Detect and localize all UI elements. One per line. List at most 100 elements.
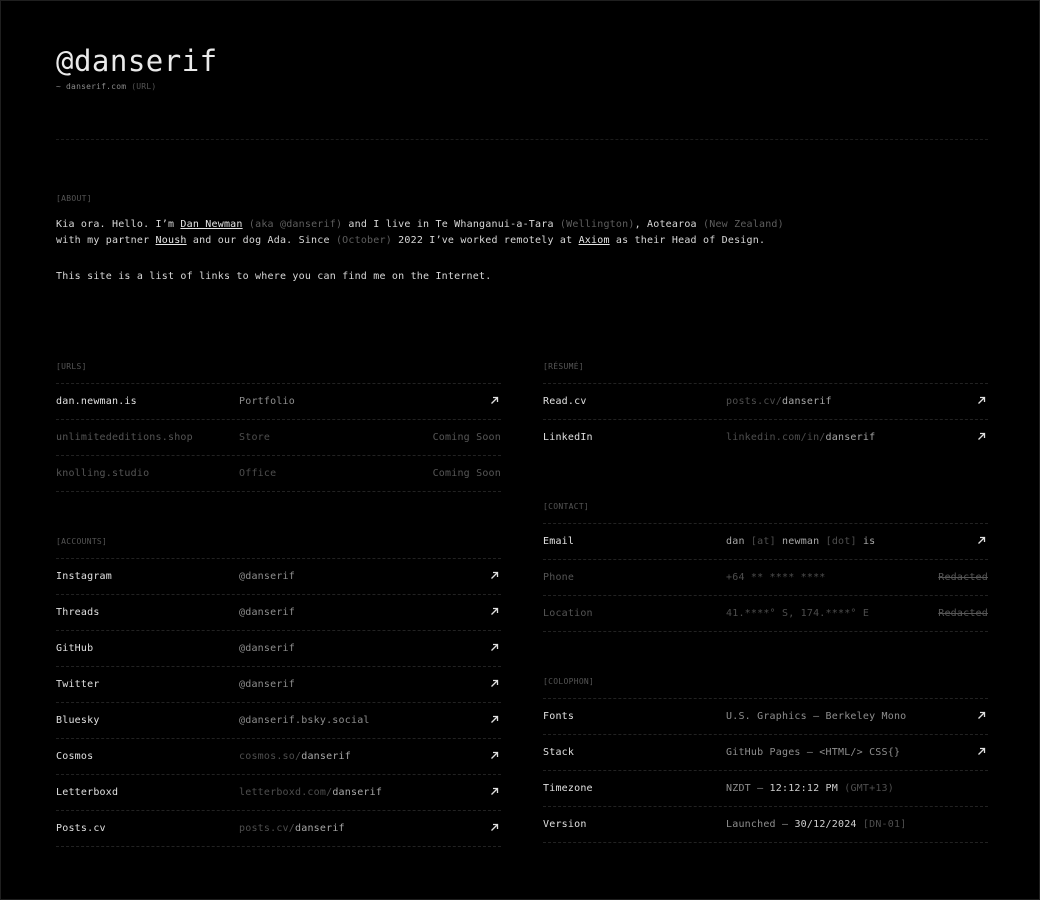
name-link[interactable]: Dan Newman [180,219,242,230]
account-user: danserif [332,787,383,798]
about-paragraph: Kia ora. Hello. I’m Dan Newman (aka @dan… [56,217,988,249]
colophon-row-fonts[interactable]: Fonts U.S. Graphics — Berkeley Mono [543,698,988,734]
account-name: Cosmos [56,751,94,762]
version-prefix: Launched — [726,819,795,830]
company-link[interactable]: Axiom [579,235,610,246]
about-text: 2022 I’ve worked remotely at [391,235,579,246]
account-row[interactable]: Posts.cv posts.cv/danserif [56,810,501,847]
timezone-value: NZDT — 12:12:12 PM (GMT+13) [726,783,894,794]
account-row[interactable]: Instagram @danserif [56,558,501,594]
version-date: 30/12/2024 [794,819,857,830]
contact-row-email[interactable]: Email dan [at] newman [dot] is [543,523,988,559]
arrow-up-right-icon [491,823,499,831]
account-row[interactable]: GitHub @danserif [56,630,501,666]
contact-name: Email [543,536,575,547]
account-name: Letterboxd [56,787,119,798]
account-handle: @danserif [239,571,295,582]
urls-label: [URLS] [56,362,87,371]
url-desc: Store [239,432,271,443]
account-url: letterboxd.com/danserif [239,787,382,798]
account-name: GitHub [56,643,94,654]
accounts-section: [ACCOUNTS] Instagram @danserif Threads @… [56,537,501,847]
email-value: dan [at] newman [dot] is [726,536,875,547]
location-value: 41.****° S, 174.****° E [726,608,870,619]
resume-domain: posts.cv/ [726,396,782,407]
contact-row-phone: Phone +64 ** **** **** Redacted [543,559,988,595]
account-domain: letterboxd.com/ [239,787,333,798]
email-part: [dot] [825,536,857,547]
account-row[interactable]: Letterboxd letterboxd.com/danserif [56,774,501,810]
arrow-up-right-icon [978,536,986,544]
contact-section: [CONTACT] Email dan [at] newman [dot] is… [543,502,988,632]
account-handle: @danserif.bsky.social [239,715,370,726]
about-section: Kia ora. Hello. I’m Dan Newman (aka @dan… [56,217,988,285]
phone-value: +64 ** **** **** [726,572,826,583]
resume-name: LinkedIn [543,432,593,443]
resume-user: danserif [782,396,832,407]
about-text: , Aotearoa [634,219,703,230]
contact-name: Location [543,608,593,619]
urls-section: [URLS] dan.newman.is Portfolio unlimited… [56,362,501,492]
account-user: danserif [295,823,345,834]
email-part: is [862,536,876,547]
url-desc: Portfolio [239,396,295,407]
arrow-up-right-icon [978,711,986,719]
account-domain: cosmos.so/ [239,751,302,762]
account-domain: posts.cv/ [239,823,295,834]
month-note: (October) [335,235,392,246]
about-text: and I live in Te Whanganui-a-Tara [342,219,560,230]
about-text: as their Head of Design. [609,235,766,246]
arrow-up-right-icon [491,607,499,615]
account-row[interactable]: Bluesky @danserif.bsky.social [56,702,501,738]
contact-name: Phone [543,572,575,583]
contact-label: [CONTACT] [543,502,590,511]
resume-section: [RÉSUMÉ] Read.cv posts.cv/danserif Linke… [543,362,988,455]
about-paragraph-2: This site is a list of links to where yo… [56,271,492,282]
contact-row-location: Location 41.****° S, 174.****° E Redacte… [543,595,988,632]
url-name: dan.newman.is [56,396,137,407]
account-name: Threads [56,607,100,618]
resume-url: posts.cv/danserif [726,396,832,407]
version-value: Launched — 30/12/2024 [DN-01] [726,819,906,830]
city-note: (Wellington) [559,219,635,230]
arrow-up-right-icon [491,396,499,404]
resume-row[interactable]: Read.cv posts.cv/danserif [543,383,988,419]
resume-user: danserif [825,432,876,443]
redacted-badge: Redacted [938,608,988,619]
colophon-row-version: Version Launched — 30/12/2024 [DN-01] [543,806,988,843]
site-url-text: ~ danserif.com [56,82,127,91]
email-part: [at] [750,536,776,547]
arrow-up-right-icon [978,747,986,755]
url-row[interactable]: dan.newman.is Portfolio [56,383,501,419]
about-label: [ABOUT] [56,194,92,203]
country-note: (New Zealand) [703,219,784,230]
account-user: danserif [301,751,351,762]
site-title: @danserif [56,44,218,78]
email-part: newman [782,536,820,547]
partner-link[interactable]: Noush [156,235,187,246]
url-row: knolling.studio Office Coming Soon [56,455,501,492]
account-url: cosmos.so/danserif [239,751,351,762]
resume-row[interactable]: LinkedIn linkedin.com/in/danserif [543,419,988,455]
colophon-name: Timezone [543,783,593,794]
account-row[interactable]: Threads @danserif [56,594,501,630]
site-url[interactable]: ~ danserif.com (URL) [56,82,156,91]
url-desc: Office [239,468,277,479]
arrow-up-right-icon [491,679,499,687]
account-row[interactable]: Cosmos cosmos.so/danserif [56,738,501,774]
url-status: Coming Soon [432,468,501,479]
account-handle: @danserif [239,643,295,654]
account-name: Bluesky [56,715,100,726]
about-text: and our dog Ada. Since [186,235,336,246]
account-row[interactable]: Twitter @danserif [56,666,501,702]
account-name: Instagram [56,571,112,582]
arrow-up-right-icon [491,751,499,759]
colophon-row-stack[interactable]: Stack GitHub Pages — <HTML/> CSS{} [543,734,988,770]
stack-value: GitHub Pages — <HTML/> CSS{} [726,747,901,758]
version-note: [DN-01] [862,819,907,830]
account-handle: @danserif [239,607,295,618]
site-url-note: (URL) [131,82,157,91]
redacted-badge: Redacted [938,572,988,583]
arrow-up-right-icon [491,571,499,579]
colophon-name: Version [543,819,587,830]
